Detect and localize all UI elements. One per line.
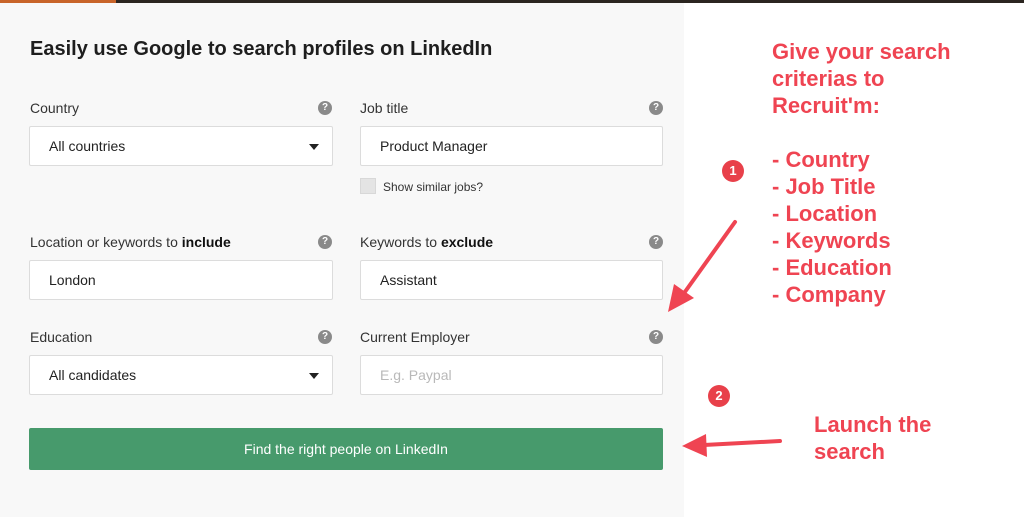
- annotation-arrows: [668, 220, 782, 457]
- arrow-2-icon: [682, 434, 782, 457]
- arrow-1-icon: [668, 220, 737, 312]
